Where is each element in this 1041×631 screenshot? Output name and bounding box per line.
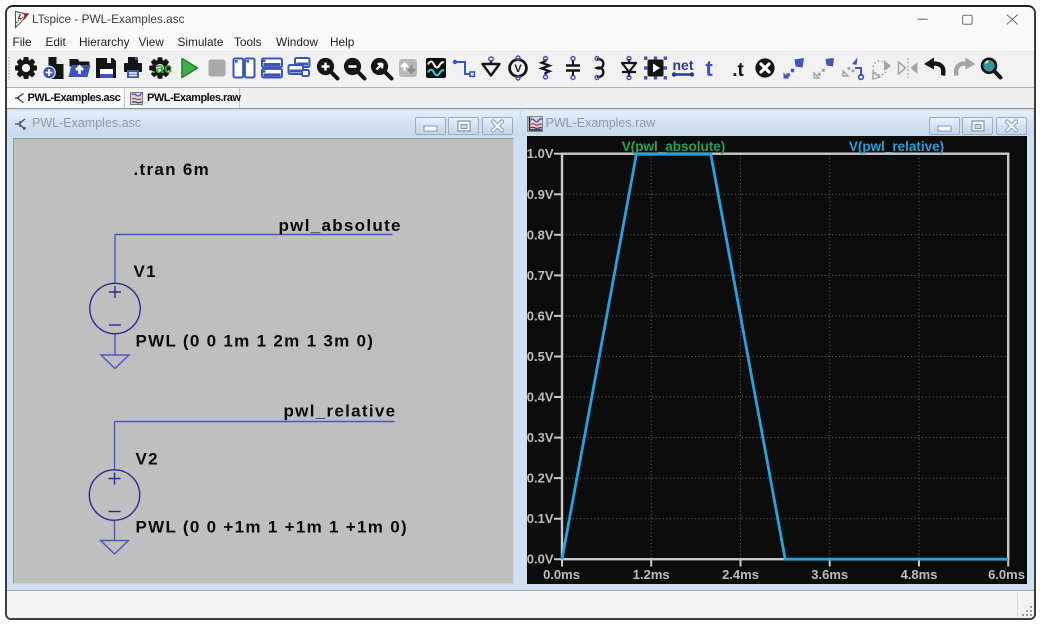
svg-text:V(pwl_relative): V(pwl_relative) xyxy=(848,139,943,154)
svg-text:0.6V: 0.6V xyxy=(527,309,554,324)
svg-text:0.3V: 0.3V xyxy=(527,430,554,445)
svg-text:0.9V: 0.9V xyxy=(527,187,554,202)
svg-text:0.4V: 0.4V xyxy=(527,390,554,405)
svg-text:0.2V: 0.2V xyxy=(527,471,554,486)
svg-text:net: net xyxy=(673,57,694,73)
svg-text:V1: V1 xyxy=(134,262,157,281)
svg-text:0.7V: 0.7V xyxy=(527,268,554,283)
svg-text:pwl_absolute: pwl_absolute xyxy=(279,216,402,235)
svg-text:.t: .t xyxy=(732,60,744,81)
svg-text:3.6ms: 3.6ms xyxy=(811,567,848,582)
svg-text:6.0ms: 6.0ms xyxy=(988,567,1025,582)
svg-text:V(pwl_absolute): V(pwl_absolute) xyxy=(621,139,725,154)
svg-text:t: t xyxy=(705,56,713,81)
svg-text:0.0ms: 0.0ms xyxy=(543,567,580,582)
svg-text:0.5V: 0.5V xyxy=(527,349,554,364)
svg-text:PWL (0 0 1m 1 2m 1 3m 0): PWL (0 0 1m 1 2m 1 3m 0) xyxy=(136,331,375,350)
svg-text:0.8V: 0.8V xyxy=(527,228,554,243)
svg-text:PWL (0 0 +1m 1 +1m 1 +1m 0): PWL (0 0 +1m 1 +1m 1 +1m 0) xyxy=(136,517,408,536)
svg-text:pwl_relative: pwl_relative xyxy=(284,401,397,420)
svg-text:0.0V: 0.0V xyxy=(527,552,554,567)
svg-text:.ac: .ac xyxy=(152,60,173,77)
svg-text:V: V xyxy=(514,63,522,75)
svg-text:V2: V2 xyxy=(136,449,159,468)
svg-text:2.4ms: 2.4ms xyxy=(722,567,759,582)
svg-text:4.8ms: 4.8ms xyxy=(900,567,937,582)
svg-text:.tran 6m: .tran 6m xyxy=(134,160,211,179)
svg-text:1.2ms: 1.2ms xyxy=(632,567,669,582)
svg-text:1.0V: 1.0V xyxy=(527,146,554,161)
svg-text:0.1V: 0.1V xyxy=(527,511,554,526)
